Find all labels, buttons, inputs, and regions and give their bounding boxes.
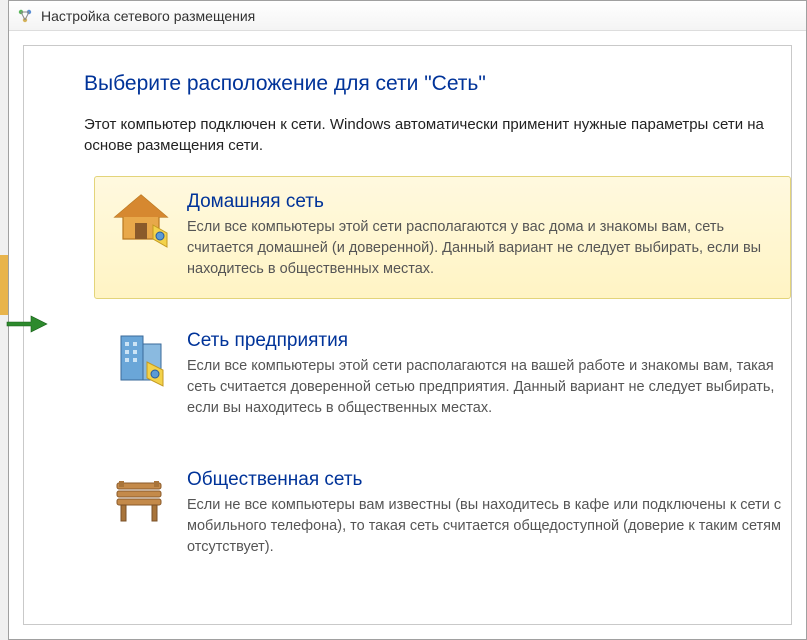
option-title: Сеть предприятия bbox=[187, 330, 790, 352]
titlebar: Настройка сетевого размещения bbox=[9, 1, 806, 31]
window-title: Настройка сетевого размещения bbox=[41, 8, 255, 24]
option-public-network[interactable]: Общественная сеть Если не все компьютеры… bbox=[94, 454, 791, 577]
network-options-list: Домашняя сеть Если все компьютеры этой с… bbox=[94, 176, 791, 577]
option-home-network[interactable]: Домашняя сеть Если все компьютеры этой с… bbox=[94, 176, 791, 299]
option-body: Домашняя сеть Если все компьютеры этой с… bbox=[187, 189, 790, 280]
option-body: Сеть предприятия Если все компьютеры это… bbox=[187, 328, 790, 419]
content-area: Выберите расположение для сети "Сеть" Эт… bbox=[23, 45, 792, 625]
page-heading: Выберите расположение для сети "Сеть" bbox=[24, 72, 791, 114]
option-desc: Если все компьютеры этой сети располагаю… bbox=[187, 217, 790, 280]
dialog-window: Настройка сетевого размещения Выберите р… bbox=[8, 0, 807, 640]
home-network-icon bbox=[109, 189, 173, 253]
intro-text: Этот компьютер подключен к сети. Windows… bbox=[24, 114, 791, 176]
option-work-network[interactable]: Сеть предприятия Если все компьютеры это… bbox=[94, 315, 791, 438]
option-title: Домашняя сеть bbox=[187, 191, 790, 213]
option-desc: Если все компьютеры этой сети располагаю… bbox=[187, 356, 790, 419]
work-network-icon bbox=[109, 328, 173, 392]
public-network-icon bbox=[109, 467, 173, 531]
option-desc: Если не все компьютеры вам известны (вы … bbox=[187, 495, 790, 558]
pointer-arrow-icon bbox=[0, 312, 49, 336]
option-title: Общественная сеть bbox=[187, 469, 790, 491]
option-body: Общественная сеть Если не все компьютеры… bbox=[187, 467, 790, 558]
highlight-stripe bbox=[0, 255, 8, 315]
network-config-icon bbox=[17, 8, 33, 24]
